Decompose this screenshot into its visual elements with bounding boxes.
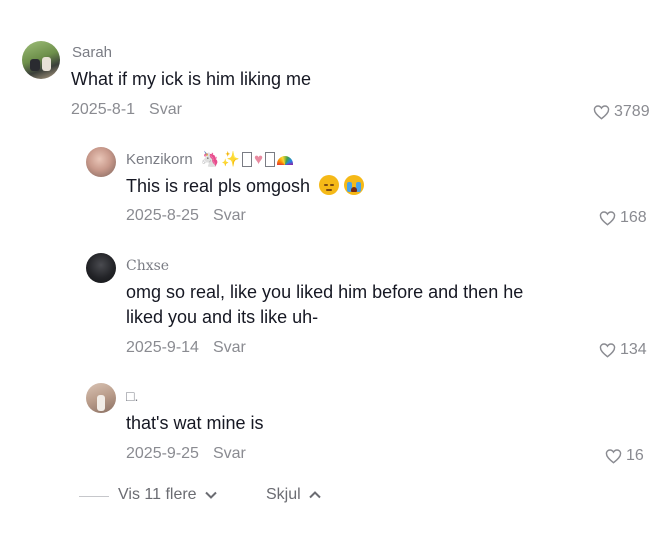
like-button[interactable]: 16 bbox=[605, 447, 644, 465]
divider-line bbox=[79, 496, 109, 497]
avatar[interactable] bbox=[86, 253, 116, 283]
reply-button[interactable]: Svar bbox=[213, 207, 246, 224]
like-count: 168 bbox=[620, 209, 647, 226]
missing-glyph-icon bbox=[264, 151, 275, 167]
comment-username[interactable]: □. bbox=[126, 388, 138, 404]
chevron-down-icon bbox=[204, 491, 217, 499]
show-more-label: Vis 11 flere bbox=[118, 486, 197, 503]
comment-username[interactable]: Kenzikorn 🦄 ✨ ♥ bbox=[126, 150, 293, 168]
rainbow-icon bbox=[276, 155, 293, 165]
comment-username[interactable]: Chxse bbox=[126, 258, 169, 274]
comment-text-content: This is real pls omgosh bbox=[126, 176, 311, 196]
heart-icon bbox=[605, 449, 622, 464]
username-text: Kenzikorn bbox=[126, 150, 193, 168]
comment-meta: 2025-8-1 Svar bbox=[71, 101, 182, 119]
like-button[interactable]: 134 bbox=[599, 341, 647, 359]
comment-date: 2025-8-1 bbox=[71, 101, 136, 118]
avatar[interactable] bbox=[22, 41, 60, 79]
sparkles-icon: ✨ bbox=[221, 151, 241, 168]
like-button[interactable]: 3789 bbox=[593, 103, 650, 121]
avatar[interactable] bbox=[86, 383, 116, 413]
reply-button[interactable]: Svar bbox=[149, 101, 182, 118]
like-count: 16 bbox=[626, 447, 644, 464]
comment-text-line: liked you and its like uh- bbox=[126, 307, 319, 327]
heart-icon bbox=[599, 211, 616, 226]
comment-date: 2025-8-25 bbox=[126, 207, 199, 224]
comment-meta: 2025-9-14 Svar bbox=[126, 339, 246, 357]
reply-button[interactable]: Svar bbox=[213, 339, 246, 356]
heart-emoji-icon: ♥ bbox=[254, 150, 263, 168]
comment-text: This is real pls omgosh bbox=[126, 170, 365, 202]
like-count: 134 bbox=[620, 341, 647, 358]
comment-date: 2025-9-14 bbox=[126, 339, 199, 356]
comment-meta: 2025-9-25 Svar bbox=[126, 445, 246, 463]
heart-icon bbox=[593, 105, 610, 120]
comment-text: that's wat mine is bbox=[126, 413, 264, 433]
hide-replies-button[interactable]: Skjul bbox=[266, 486, 321, 504]
like-count: 3789 bbox=[614, 103, 650, 120]
unicorn-icon: 🦄 bbox=[200, 151, 220, 168]
heart-icon bbox=[599, 343, 616, 358]
comment-date: 2025-9-25 bbox=[126, 445, 199, 462]
comment-username[interactable]: Sarah bbox=[72, 44, 112, 61]
show-more-replies-button[interactable]: Vis 11 flere bbox=[118, 486, 217, 504]
avatar[interactable] bbox=[86, 147, 116, 177]
reply-button[interactable]: Svar bbox=[213, 445, 246, 462]
hide-label: Skjul bbox=[266, 486, 301, 503]
crying-face-icon bbox=[344, 175, 365, 195]
missing-glyph-icon bbox=[242, 151, 253, 167]
comment-meta: 2025-8-25 Svar bbox=[126, 207, 246, 225]
like-button[interactable]: 168 bbox=[599, 209, 647, 227]
pensive-face-icon bbox=[319, 175, 340, 195]
chevron-up-icon bbox=[308, 491, 321, 499]
comment-text: What if my ick is him liking me bbox=[71, 69, 312, 89]
